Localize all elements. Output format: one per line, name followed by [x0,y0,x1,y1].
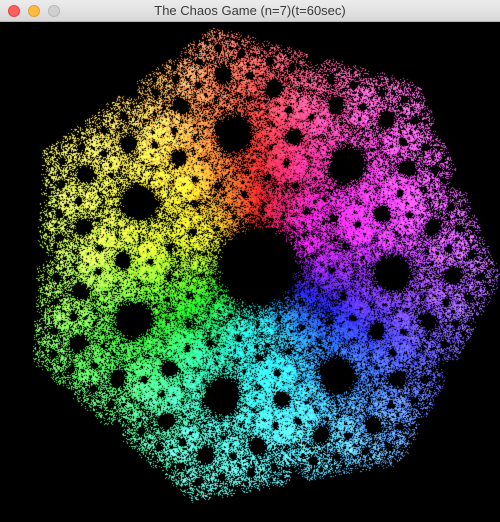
app-window: The Chaos Game (n=7)(t=60sec) [0,0,500,522]
title-bar[interactable]: The Chaos Game (n=7)(t=60sec) [0,0,500,22]
chaos-game-canvas-area [0,22,500,522]
window-title: The Chaos Game (n=7)(t=60sec) [154,3,346,18]
chaos-game-point-cloud [0,22,500,522]
